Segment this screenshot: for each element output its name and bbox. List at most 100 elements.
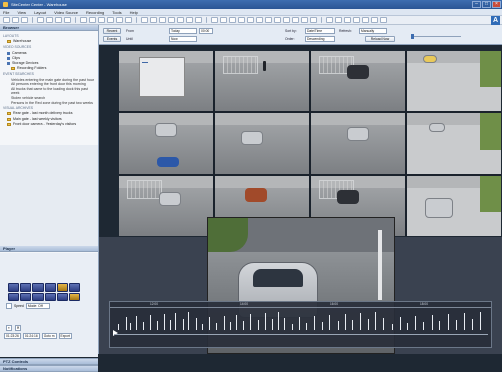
reload-now-button[interactable]: Reload Now [365,36,395,42]
clip-cut-icon[interactable]: ✕ [15,325,21,331]
menu-recording[interactable]: Recording [86,10,104,15]
from-time-field[interactable]: 00:00 [199,28,213,34]
player-button[interactable] [32,283,44,292]
player-button[interactable] [68,292,80,301]
toolbar-button[interactable] [64,17,71,23]
menu-layout[interactable]: Layout [34,10,46,15]
toolbar-button[interactable] [310,17,317,23]
speed-select[interactable]: Mode: Off [25,303,50,309]
toolbar-button[interactable] [371,17,378,23]
slider-thumb[interactable] [411,34,414,39]
toolbar-button[interactable] [380,17,387,23]
notifications-header[interactable]: Notifications [0,365,98,372]
toolbar-button[interactable] [12,17,19,23]
tree-item[interactable]: Warehouse [3,39,95,44]
result-thumbnail[interactable] [215,51,309,112]
toolbar-button[interactable] [326,17,333,23]
result-thumbnail[interactable] [311,51,405,112]
toolbar-button[interactable] [353,17,360,23]
toolbar-button[interactable] [150,17,157,23]
toolbar-button[interactable] [98,17,105,23]
toolbar-button[interactable] [220,17,227,23]
toolbar-button[interactable] [229,17,236,23]
toolbar-button[interactable] [125,17,132,23]
toolbar-button[interactable] [80,17,87,23]
until-select[interactable]: Now [169,36,197,42]
toolbar-button[interactable] [283,17,290,23]
menu-view[interactable]: View [17,10,26,15]
result-thumbnail[interactable] [311,113,405,174]
player-button[interactable] [56,292,68,301]
speed-checkbox[interactable] [6,303,12,309]
result-thumbnail[interactable] [215,113,309,174]
player-button[interactable] [20,292,32,301]
result-thumbnail[interactable] [407,113,501,174]
events-button[interactable]: Events [103,36,121,42]
sort-select[interactable]: Date/Time [305,28,335,34]
start-time-field[interactable]: 01:23:26 [4,333,21,339]
player-button[interactable] [20,283,32,292]
toolbar-button[interactable] [211,17,218,23]
minimize-button[interactable]: – [472,1,481,8]
refresh-select[interactable]: Manually [359,28,387,34]
result-thumbnail[interactable]: ▬▬ [119,51,213,112]
toolbar-button[interactable] [21,17,28,23]
toolbar-button[interactable] [301,17,308,23]
player-button[interactable] [44,292,56,301]
result-thumbnail[interactable] [119,175,213,236]
event-search-item[interactable]: Persons in the Red zone during the past … [11,101,95,106]
toolbar-button[interactable] [256,17,263,23]
toolbar-button[interactable] [46,17,53,23]
player-button[interactable] [32,292,44,301]
toolbar-button[interactable] [3,17,10,23]
export-button[interactable]: Export [58,333,73,339]
ptz-controls-header[interactable]: PTZ Controls [0,358,98,365]
result-thumbnail[interactable] [407,51,501,112]
toolbar-button[interactable] [89,17,96,23]
toolbar-button[interactable] [177,17,184,23]
maximize-button[interactable]: □ [482,1,491,8]
menu-video-source[interactable]: Video Source [54,10,78,15]
end-time-field[interactable]: 01:24:16 [22,333,40,339]
toolbar-button[interactable] [335,17,342,23]
snapshot-icon[interactable]: ▪ [6,325,12,331]
toolbar-button[interactable] [107,17,114,23]
toolbar-button[interactable] [159,17,166,23]
toolbar-button[interactable] [344,17,351,23]
from-date-select[interactable]: Today [169,28,197,34]
toolbar-button[interactable] [265,17,272,23]
thumbnail-size-slider[interactable] [411,34,461,39]
player-button[interactable] [8,283,20,292]
toolbar-button[interactable] [274,17,281,23]
tree-item[interactable]: Front door camera - Yesterday's visitors [3,122,95,127]
timeline[interactable]: 12:00 14:00 16:00 18:00 [109,301,492,348]
toolbar-button[interactable] [141,17,148,23]
player-button[interactable] [8,292,20,301]
tree-item[interactable]: Recording Folders [3,66,95,71]
player-button[interactable] [68,283,80,292]
menu-file[interactable]: File [3,10,9,15]
play-icon[interactable] [113,330,118,336]
close-button[interactable]: × [492,1,501,8]
toolbar-button[interactable] [186,17,193,23]
toolbar-button[interactable] [238,17,245,23]
toolbar-button[interactable] [116,17,123,23]
toolbar-button[interactable] [247,17,254,23]
order-select[interactable]: Descending [305,36,335,42]
menu-help[interactable]: Help [130,10,138,15]
toolbar-button[interactable] [55,17,62,23]
menu-tools[interactable]: Tools [112,10,121,15]
scrub-bar[interactable] [114,334,488,335]
player-button[interactable] [56,283,68,292]
recent-button[interactable]: Recent [103,28,121,34]
toolbar-button[interactable] [195,17,202,23]
result-thumbnail[interactable] [407,175,501,236]
goto-button[interactable]: Goto m [41,333,57,339]
result-thumbnail[interactable] [119,113,213,174]
toolbar-button[interactable] [362,17,369,23]
player-button[interactable] [44,283,56,292]
toolbar-button[interactable] [168,17,175,23]
toolbar-button[interactable] [292,17,299,23]
event-search-item[interactable]: All trucks that came to the loading dock… [11,87,95,96]
toolbar-button[interactable] [37,17,44,23]
